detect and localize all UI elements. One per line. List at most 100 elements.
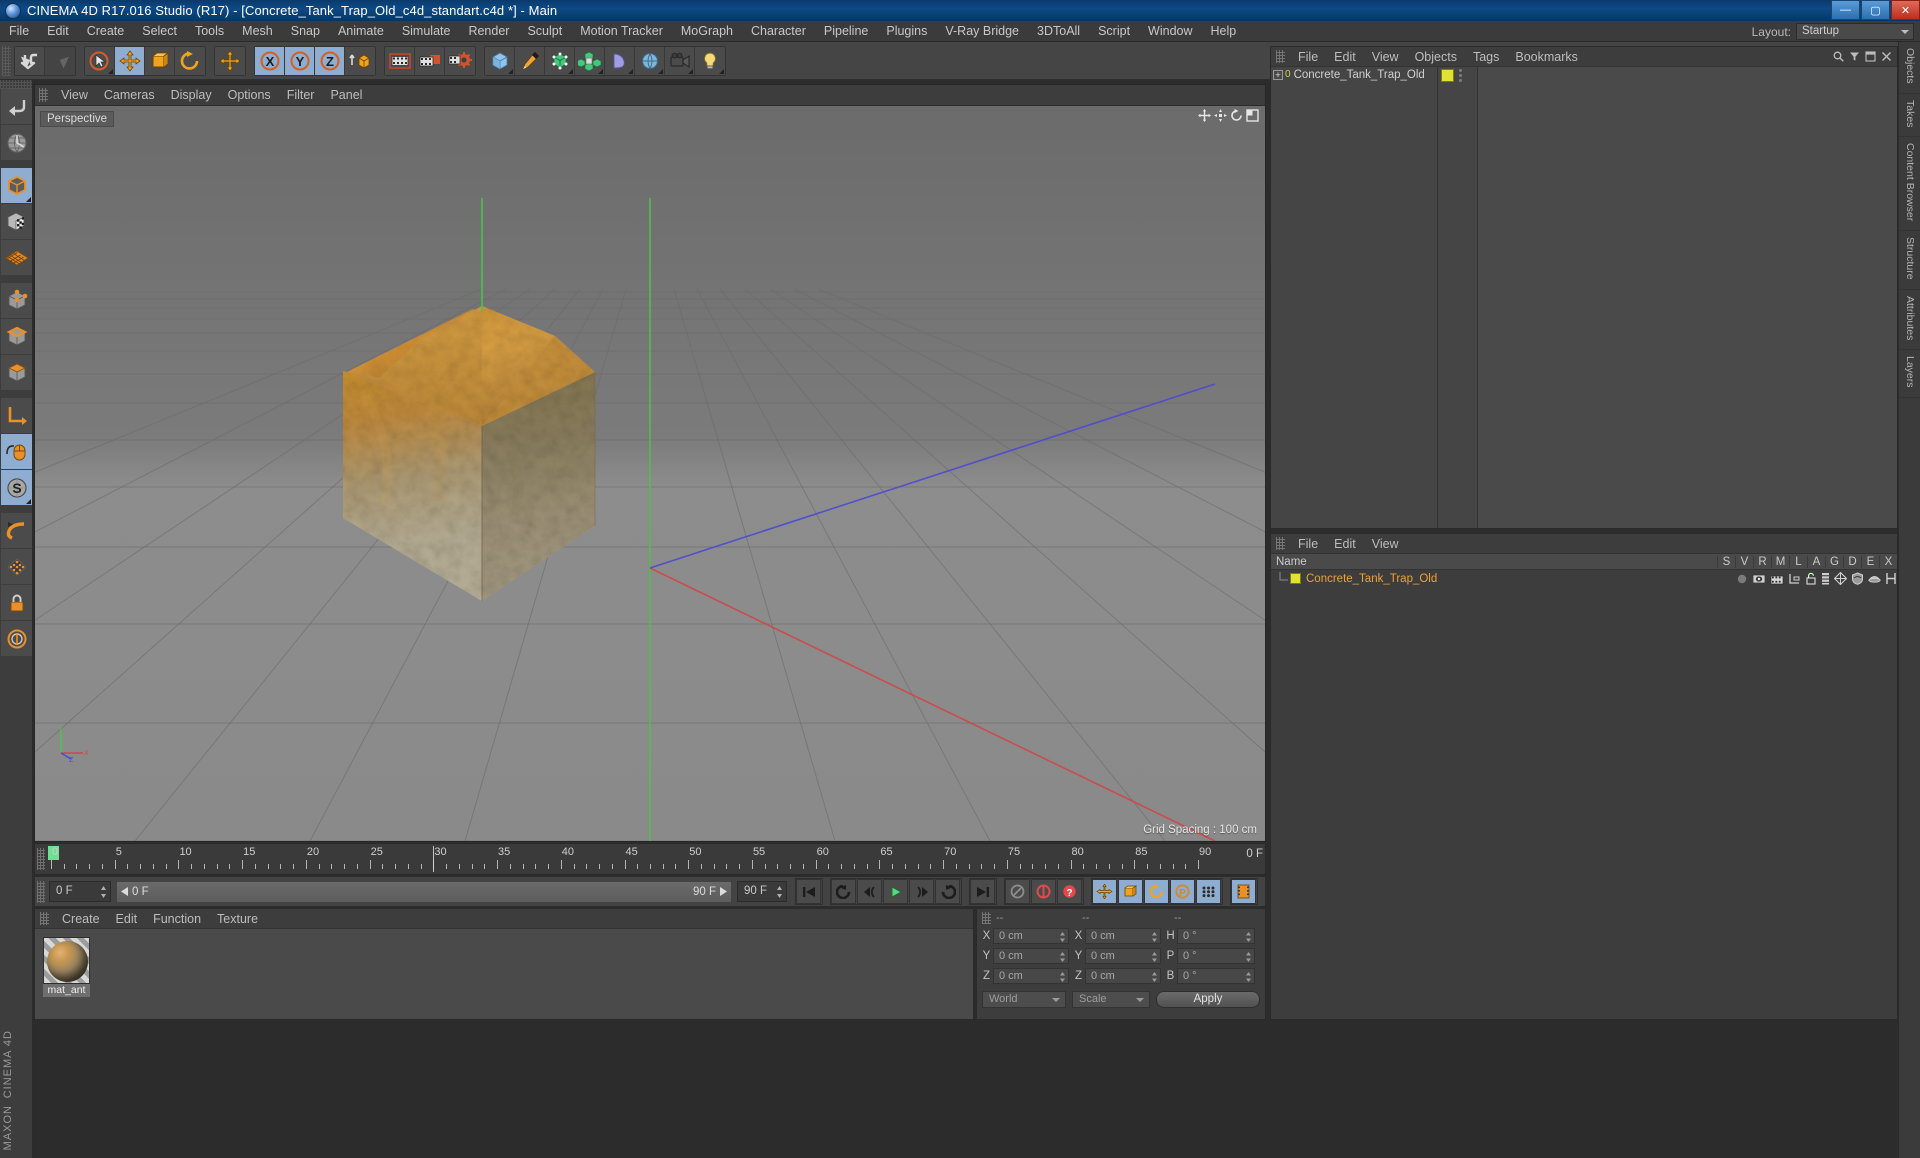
column-header-s[interactable]: S — [1717, 556, 1735, 568]
position-key-button[interactable] — [1092, 879, 1117, 904]
add-nurbs-button[interactable] — [545, 47, 575, 75]
preview-range-bar[interactable]: 0 F 90 F — [116, 881, 732, 903]
filter-icon[interactable] — [1849, 51, 1860, 62]
object-manager-body[interactable]: + 0 Concrete_Tank_Trap_Old — [1271, 67, 1897, 528]
layer-stack-icon[interactable] — [1821, 572, 1830, 585]
menu-item-select[interactable]: Select — [133, 21, 186, 42]
object-axis-button[interactable] — [1, 398, 32, 433]
maximize-button[interactable]: ▢ — [1861, 0, 1890, 20]
layout-select[interactable]: Startup — [1796, 23, 1914, 40]
spinner-icon[interactable] — [1151, 951, 1158, 963]
add-array-button[interactable] — [575, 47, 605, 75]
next-keyframe-button[interactable] — [935, 879, 960, 904]
visibility-dot-icon[interactable] — [1736, 573, 1748, 585]
apply-button[interactable]: Apply — [1156, 991, 1260, 1008]
snap-button[interactable]: S — [1, 470, 32, 505]
menu-item-file[interactable]: File — [0, 21, 38, 42]
shield-icon[interactable] — [1851, 572, 1864, 585]
menu-item-create[interactable]: Create — [78, 21, 134, 42]
lock-y-button[interactable]: Y — [285, 47, 315, 75]
world-coordinate-button[interactable] — [345, 47, 375, 75]
workplane-button[interactable] — [1, 240, 32, 275]
menu-item-script[interactable]: Script — [1089, 21, 1139, 42]
coordinate-mode-select[interactable]: Scale — [1072, 991, 1150, 1008]
viewport-canvas[interactable]: Perspective — [35, 106, 1265, 841]
right-tab-content-browser[interactable]: Content Browser — [1899, 137, 1920, 231]
timeline-ruler[interactable]: 051015202530354045505560657075808590 0 F — [34, 843, 1266, 875]
range-left-arrow-icon[interactable] — [121, 887, 129, 896]
menu-item-character[interactable]: Character — [742, 21, 815, 42]
spinner-icon[interactable] — [1245, 971, 1252, 983]
attribute-manager-menu-file[interactable]: File — [1290, 537, 1326, 551]
minimize-button[interactable]: — — [1831, 0, 1860, 20]
object-manager-menu-tags[interactable]: Tags — [1465, 50, 1507, 64]
transport-drag-handle[interactable] — [37, 881, 45, 903]
menu-item-v-ray-bridge[interactable]: V-Ray Bridge — [936, 21, 1028, 42]
spinner-icon[interactable] — [1151, 931, 1158, 943]
quantize-button[interactable] — [1, 549, 32, 584]
column-header-x[interactable]: X — [1879, 556, 1897, 568]
menu-item-sculpt[interactable]: Sculpt — [518, 21, 571, 42]
attribute-manager-drag-handle[interactable] — [1276, 537, 1285, 550]
object-row[interactable]: + 0 Concrete_Tank_Trap_Old — [1271, 67, 1437, 82]
menu-item-pipeline[interactable]: Pipeline — [815, 21, 877, 42]
dome-icon[interactable] — [1868, 573, 1881, 584]
material-manager-body[interactable]: mat_ant — [35, 929, 973, 1019]
eye-icon[interactable] — [1752, 573, 1766, 585]
viewport-menu-view[interactable]: View — [53, 88, 96, 102]
autokeying-button[interactable] — [1031, 879, 1056, 904]
texture-mode-button[interactable] — [1, 204, 32, 239]
timeline-track[interactable]: 051015202530354045505560657075808590 — [48, 845, 1207, 875]
object-manager-empty-area[interactable] — [1478, 67, 1897, 528]
column-header-g[interactable]: G — [1825, 556, 1843, 568]
object-manager-menu-bookmarks[interactable]: Bookmarks — [1507, 50, 1586, 64]
column-header-e[interactable]: E — [1861, 556, 1879, 568]
coord-input-rot-p[interactable]: 0 ° — [1177, 948, 1255, 964]
play-button[interactable] — [883, 879, 908, 904]
menu-item-animate[interactable]: Animate — [329, 21, 393, 42]
render-view-button[interactable] — [385, 47, 415, 75]
coord-input-rot-b[interactable]: 0 ° — [1177, 968, 1255, 984]
lock-workplane-button[interactable] — [1, 585, 32, 620]
object-manager-drag-handle[interactable] — [1276, 50, 1285, 63]
record-active-objects-button[interactable] — [1005, 879, 1030, 904]
lock-open-icon[interactable] — [1805, 572, 1817, 585]
coord-input-pos-y[interactable]: 0 cm — [993, 948, 1069, 964]
render-settings-button[interactable] — [445, 47, 475, 75]
spinner-icon[interactable] — [1059, 931, 1066, 943]
point-level-animation-button[interactable] — [1196, 879, 1221, 904]
right-tab-layers[interactable]: Layers — [1899, 350, 1920, 398]
object-manager-menu-file[interactable]: File — [1290, 50, 1326, 64]
object-manager-menu-view[interactable]: View — [1364, 50, 1407, 64]
previous-keyframe-button[interactable] — [831, 879, 856, 904]
viewport-menu-cameras[interactable]: Cameras — [96, 88, 163, 102]
material-menu-edit[interactable]: Edit — [108, 912, 146, 926]
timeline-drag-handle[interactable] — [37, 848, 45, 870]
spinner-icon[interactable] — [1245, 951, 1252, 963]
right-tab-takes[interactable]: Takes — [1899, 94, 1920, 137]
edges-mode-button[interactable] — [1, 319, 32, 354]
coord-input-size-y[interactable]: 0 cm — [1085, 948, 1161, 964]
coord-input-size-x[interactable]: 0 cm — [1085, 928, 1161, 944]
spinner-icon[interactable] — [1059, 971, 1066, 983]
menu-item-render[interactable]: Render — [459, 21, 518, 42]
step-back-button[interactable] — [857, 879, 882, 904]
menu-item-tools[interactable]: Tools — [186, 21, 233, 42]
menu-item-edit[interactable]: Edit — [38, 21, 78, 42]
attribute-row-swatch[interactable] — [1290, 573, 1301, 584]
scale-tool-button[interactable] — [145, 47, 175, 75]
axis-diamond-icon[interactable] — [1834, 572, 1847, 585]
scale-key-button[interactable] — [1118, 879, 1143, 904]
world-object-axis-button[interactable] — [215, 47, 245, 75]
timeline-playhead[interactable] — [433, 846, 434, 872]
material-menu-texture[interactable]: Texture — [209, 912, 266, 926]
make-editable-button[interactable] — [1, 168, 32, 203]
panel-minimize-icon[interactable] — [1865, 51, 1876, 62]
viewport-maximize-icon[interactable] — [1246, 109, 1259, 122]
column-header-m[interactable]: M — [1771, 556, 1789, 568]
column-header-r[interactable]: R — [1753, 556, 1771, 568]
column-header-d[interactable]: D — [1843, 556, 1861, 568]
end-frame-input[interactable]: 90 F — [737, 881, 787, 902]
lock-z-button[interactable]: Z — [315, 47, 345, 75]
material-manager-drag-handle[interactable] — [40, 912, 49, 925]
